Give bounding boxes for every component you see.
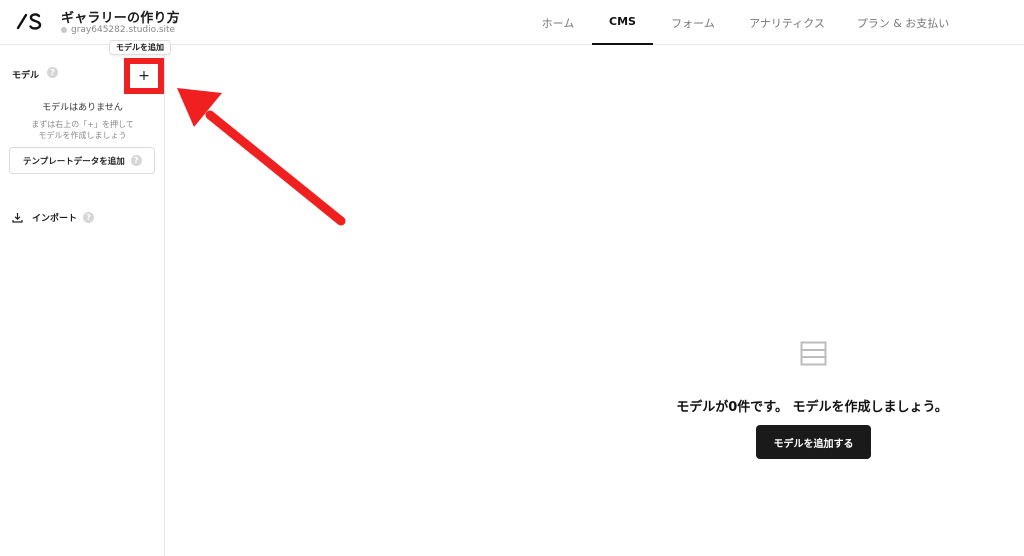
site-url-text: gray645282.studio.site	[71, 25, 176, 35]
help-icon[interactable]: ?	[83, 212, 95, 223]
empty-models-title: モデルはありません	[42, 103, 123, 113]
sidebar: モデル ? モデルを追加 + モデルはありません まずは右上の「+」を押して モ…	[0, 40, 171, 556]
help-icon[interactable]: ?	[47, 67, 58, 78]
site-title[interactable]: ギャラリーの作り方	[61, 7, 180, 26]
top-header: ギャラリーの作り方 ⌄ gray645282.studio.site ホーム C…	[0, 0, 1024, 45]
model-section-label: モデル	[12, 71, 40, 81]
studio-logo[interactable]	[16, 10, 44, 32]
site-url: gray645282.studio.site	[61, 25, 175, 35]
import-label: インポート	[32, 214, 78, 224]
tab-plan-billing[interactable]: プラン & お支払い	[848, 0, 958, 45]
add-model-primary-button[interactable]: モデルを追加する	[756, 425, 871, 459]
status-dot-icon	[61, 27, 67, 33]
help-icon[interactable]: ?	[130, 155, 142, 166]
empty-state-message: モデルが0件です。 モデルを作成しましょう。	[676, 400, 948, 415]
download-icon	[12, 213, 23, 223]
import-button[interactable]: インポート ?	[12, 211, 95, 224]
add-template-data-label: テンプレートデータを追加	[23, 156, 125, 167]
tab-form[interactable]: フォーム	[662, 0, 724, 45]
chevron-down-icon[interactable]: ⌄	[171, 14, 179, 25]
add-model-tooltip: モデルを追加	[109, 40, 171, 55]
add-template-data-button[interactable]: テンプレートデータを追加 ?	[9, 147, 155, 174]
tab-cms[interactable]: CMS	[592, 0, 653, 45]
list-icon	[800, 341, 827, 366]
add-model-button[interactable]: +	[124, 58, 164, 94]
tab-analytics[interactable]: アナリティクス	[741, 0, 833, 45]
tab-home[interactable]: ホーム	[528, 0, 588, 45]
empty-models-hint: まずは右上の「+」を押して モデルを作成しましょう	[31, 120, 134, 140]
